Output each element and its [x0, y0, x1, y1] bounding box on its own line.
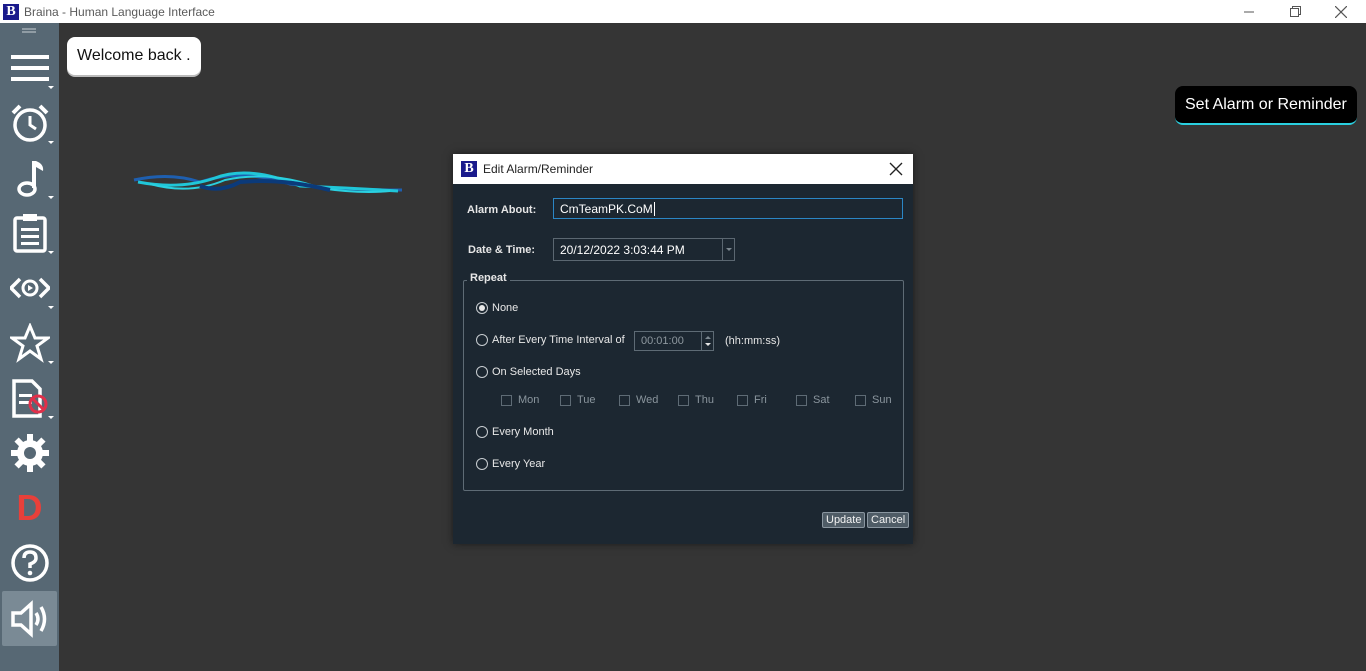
chevron-down-icon[interactable] — [722, 239, 734, 260]
document-blocked-icon — [11, 378, 47, 418]
alarm-clock-icon — [11, 104, 48, 142]
day-checkbox-sun[interactable]: Sun — [855, 394, 892, 406]
checkbox-icon — [796, 394, 807, 406]
repeat-label: Repeat — [467, 272, 510, 284]
repeat-every-year-radio[interactable]: Every Year — [476, 458, 545, 470]
sidebar-help-button[interactable] — [0, 535, 59, 590]
datetime-value: 20/12/2022 3:03:44 PM — [560, 242, 685, 257]
menu-icon — [10, 54, 49, 81]
restore-icon — [1289, 6, 1301, 17]
speaker-icon — [10, 599, 46, 638]
repeat-every-month-label: Every Month — [492, 426, 554, 438]
day-checkbox-mon[interactable]: Mon — [501, 394, 539, 406]
radio-selected-icon — [476, 302, 488, 314]
sidebar-speaker-button[interactable] — [2, 591, 57, 646]
radio-unselected-icon — [476, 334, 488, 346]
repeat-every-year-label: Every Year — [492, 458, 546, 470]
notes-clipboard-icon — [12, 213, 47, 253]
minimize-button[interactable] — [1226, 0, 1272, 23]
voice-wave-icon — [133, 171, 403, 193]
drag-handle-icon[interactable] — [22, 28, 36, 34]
sidebar-dictation-button[interactable]: D — [0, 480, 59, 535]
dialog-title: Edit Alarm/Reminder — [483, 162, 594, 176]
checkbox-icon — [619, 394, 630, 406]
window-title: Braina - Human Language Interface — [24, 4, 215, 19]
spin-arrows-icon[interactable] — [701, 332, 713, 350]
checkbox-icon — [737, 394, 748, 406]
checkbox-icon — [678, 394, 689, 406]
day-checkbox-fri[interactable]: Fri — [737, 394, 767, 406]
close-icon — [1335, 5, 1347, 18]
day-label: Mon — [518, 394, 540, 406]
star-icon — [9, 322, 50, 363]
gear-icon — [10, 433, 49, 472]
interval-spinbox[interactable]: 00:01:00 — [634, 331, 714, 351]
title-bar: B Braina - Human Language Interface — [0, 0, 1366, 23]
close-button[interactable] — [1318, 0, 1364, 23]
dialog-title-bar: B Edit Alarm/Reminder — [453, 154, 913, 184]
sidebar-favorites-button[interactable] — [0, 315, 59, 370]
alarm-about-input[interactable]: CmTeamPK.CoM — [553, 198, 903, 219]
checkbox-icon — [560, 394, 571, 406]
checkbox-icon — [855, 394, 866, 406]
dictation-d-icon: D — [16, 486, 43, 528]
radio-unselected-icon — [476, 458, 488, 470]
repeat-selected-days-label: On Selected Days — [492, 366, 581, 378]
help-icon — [10, 543, 49, 582]
repeat-selected-days-radio[interactable]: On Selected Days — [476, 366, 581, 378]
music-note-icon — [16, 160, 43, 197]
repeat-none-label: None — [492, 302, 519, 314]
day-checkbox-wed[interactable]: Wed — [619, 394, 658, 406]
day-label: Fri — [754, 394, 767, 406]
sidebar-view-button[interactable] — [0, 260, 59, 315]
repeat-every-month-radio[interactable]: Every Month — [476, 426, 554, 438]
welcome-bubble: Welcome back . — [67, 37, 201, 75]
sidebar-document-button[interactable] — [0, 370, 59, 425]
dialog-close-button[interactable] — [887, 160, 905, 178]
sidebar-music-button[interactable] — [0, 150, 59, 205]
braina-logo-icon: B — [461, 161, 477, 177]
edit-alarm-dialog: B Edit Alarm/Reminder Alarm About: CmTea… — [453, 154, 913, 544]
sidebar-menu-button[interactable] — [0, 40, 59, 95]
interval-unit-label: (hh:mm:ss) — [725, 335, 780, 347]
day-label: Wed — [636, 394, 659, 406]
day-label: Sat — [813, 394, 830, 406]
day-checkbox-thu[interactable]: Thu — [678, 394, 714, 406]
cancel-button[interactable]: Cancel — [867, 512, 910, 528]
sidebar-settings-button[interactable] — [0, 425, 59, 480]
restore-button[interactable] — [1272, 0, 1318, 23]
sidebar-alarm-button[interactable] — [0, 95, 59, 150]
radio-unselected-icon — [476, 366, 488, 378]
alarm-about-value: CmTeamPK.CoM — [560, 201, 653, 216]
datetime-picker[interactable]: 20/12/2022 3:03:44 PM — [553, 238, 735, 261]
day-checkbox-sat[interactable]: Sat — [796, 394, 830, 406]
sidebar-notes-button[interactable] — [0, 205, 59, 260]
repeat-interval-radio[interactable]: After Every Time Interval of — [476, 334, 625, 346]
assistant-response-bubble: Set Alarm or Reminder — [1175, 86, 1357, 125]
checkbox-icon — [501, 394, 512, 406]
day-label: Sun — [872, 394, 892, 406]
minimize-icon — [1244, 11, 1254, 12]
day-label: Tue — [577, 394, 596, 406]
repeat-interval-label: After Every Time Interval of — [492, 334, 625, 346]
update-button[interactable]: Update — [822, 512, 866, 528]
eye-view-icon — [9, 277, 50, 298]
datetime-label: Date & Time: — [468, 244, 536, 256]
sidebar: D — [0, 23, 59, 671]
repeat-none-radio[interactable]: None — [476, 302, 518, 314]
interval-value: 00:01:00 — [641, 335, 684, 347]
app-window: B Braina - Human Language Interface D We… — [0, 0, 1366, 671]
radio-unselected-icon — [476, 426, 488, 438]
braina-logo-icon: B — [3, 3, 19, 20]
day-checkbox-tue[interactable]: Tue — [560, 394, 596, 406]
alarm-about-label: Alarm About: — [467, 204, 537, 216]
day-label: Thu — [695, 394, 714, 406]
